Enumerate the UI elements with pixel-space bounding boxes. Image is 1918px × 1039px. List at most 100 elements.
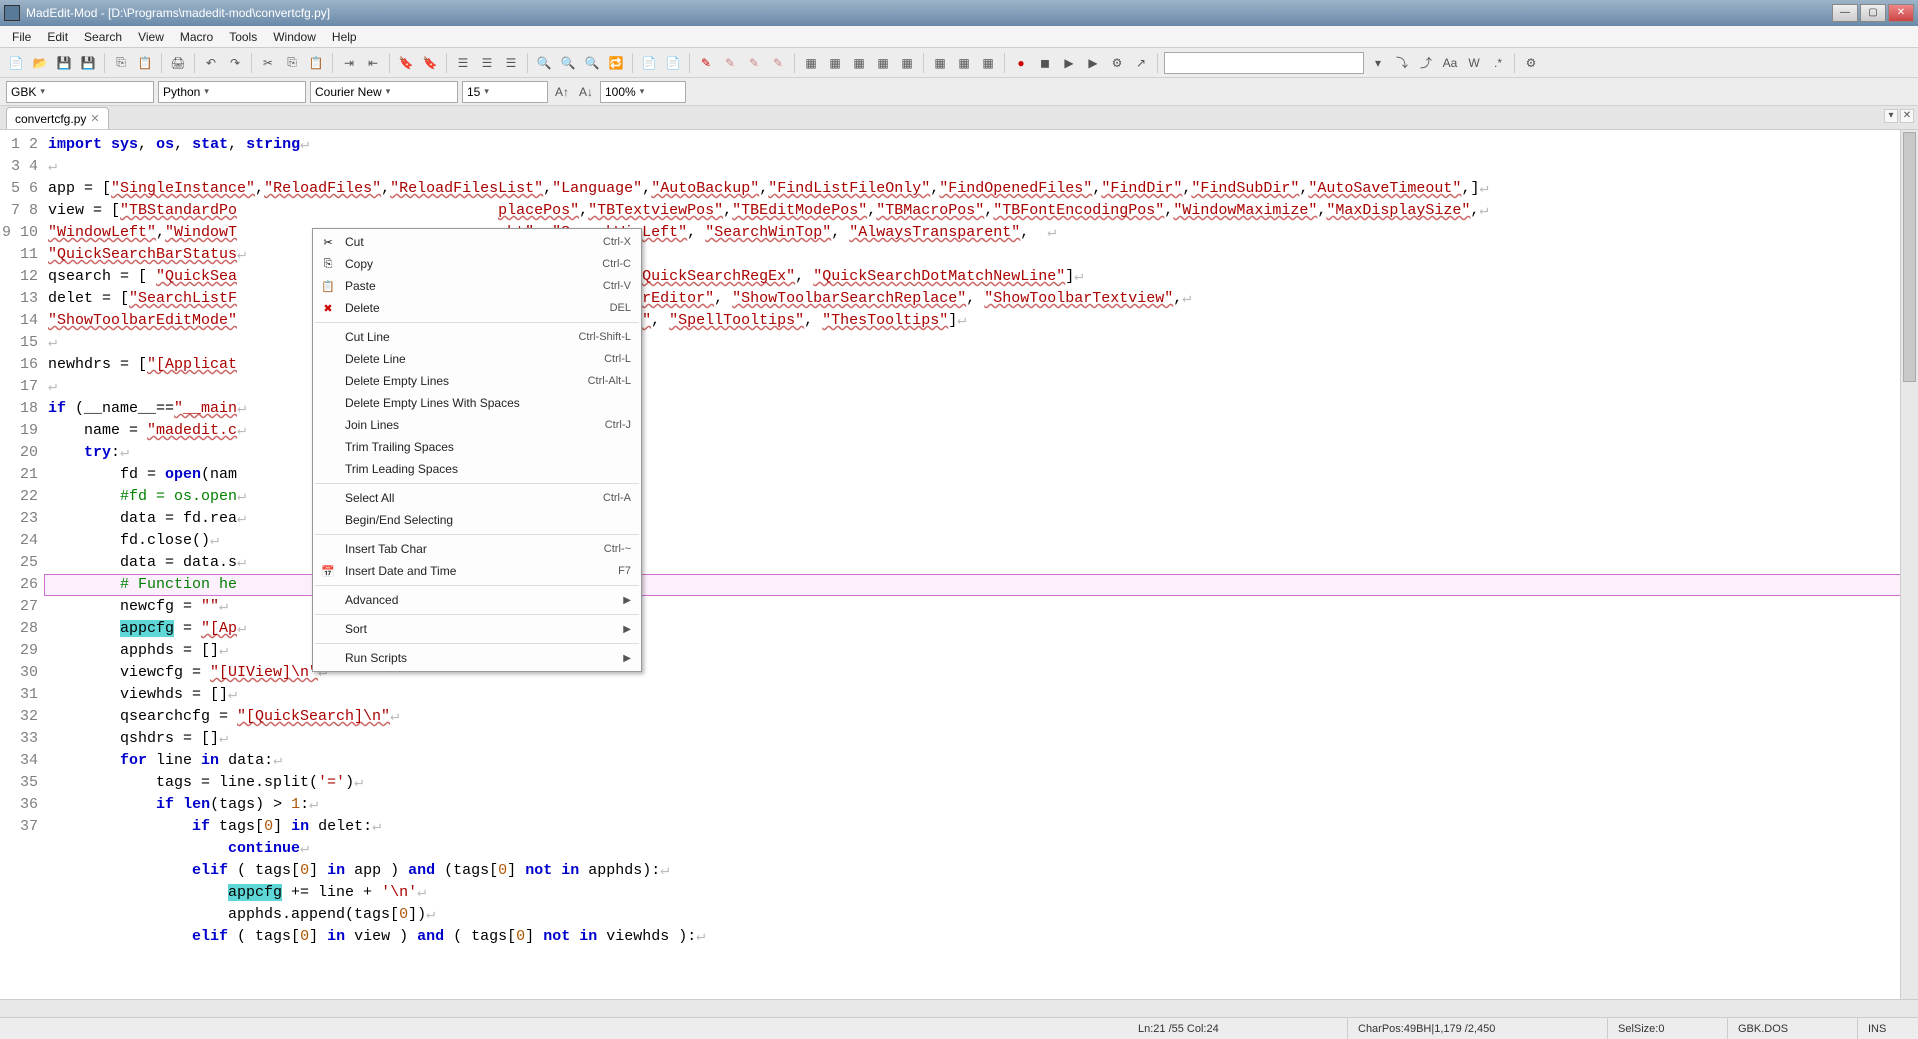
findnext-icon[interactable]: 🔍: [558, 53, 578, 73]
menu-item-trim-leading-spaces[interactable]: Trim Leading Spaces: [313, 458, 641, 480]
menu-item-delete-empty-lines[interactable]: Delete Empty LinesCtrl-Alt-L: [313, 370, 641, 392]
menu-item-join-lines[interactable]: Join LinesCtrl-J: [313, 414, 641, 436]
bookmark-icon[interactable]: 🔖: [396, 53, 416, 73]
menu-edit[interactable]: Edit: [39, 28, 76, 46]
vertical-scrollbar[interactable]: [1900, 130, 1918, 999]
menu-tools[interactable]: Tools: [221, 28, 265, 46]
view5-icon[interactable]: ▦: [897, 53, 917, 73]
search-down-icon[interactable]: ▾: [1368, 53, 1388, 73]
marker3-icon[interactable]: ✎: [768, 53, 788, 73]
case-icon[interactable]: Aa: [1440, 53, 1460, 73]
undo-icon[interactable]: ↶: [201, 53, 221, 73]
tab-dropdown-icon[interactable]: ▾: [1884, 109, 1898, 123]
marker-red-icon[interactable]: ✎: [696, 53, 716, 73]
maximize-button[interactable]: ▢: [1860, 4, 1886, 22]
horizontal-scrollbar[interactable]: [0, 999, 1918, 1017]
editor[interactable]: 1 2 3 4 5 6 7 8 9 10 11 12 13 14 15 16 1…: [0, 130, 1918, 999]
copy-icon[interactable]: ⎘: [111, 53, 131, 73]
word-icon[interactable]: W: [1464, 53, 1484, 73]
font-dec-icon[interactable]: A↓: [576, 82, 596, 102]
menu-item-cut-line[interactable]: Cut LineCtrl-Shift-L: [313, 326, 641, 348]
play2-icon[interactable]: ▶: [1083, 53, 1103, 73]
open-icon[interactable]: 📂: [30, 53, 50, 73]
menu-item-sort[interactable]: Sort▶: [313, 618, 641, 640]
menu-item-delete-empty-lines-with-spaces[interactable]: Delete Empty Lines With Spaces: [313, 392, 641, 414]
search-go-icon[interactable]: ⤵: [1392, 53, 1412, 73]
menu-item-insert-date-and-time[interactable]: 📅Insert Date and TimeF7: [313, 560, 641, 582]
play-icon[interactable]: ▶: [1059, 53, 1079, 73]
list3-icon[interactable]: ☰: [501, 53, 521, 73]
doc-icon[interactable]: 📄: [639, 53, 659, 73]
language-combo[interactable]: Python▾: [158, 81, 306, 103]
stop-icon[interactable]: ◼: [1035, 53, 1055, 73]
file-tab[interactable]: convertcfg.py ✕: [6, 107, 109, 129]
line-gutter: 1 2 3 4 5 6 7 8 9 10 11 12 13 14 15 16 1…: [0, 130, 44, 999]
menu-view[interactable]: View: [130, 28, 172, 46]
save-all-icon[interactable]: 💾: [78, 53, 98, 73]
menu-item-insert-tab-char[interactable]: Insert Tab CharCtrl-~: [313, 538, 641, 560]
scrollbar-thumb[interactable]: [1903, 132, 1916, 382]
menu-window[interactable]: Window: [265, 28, 324, 46]
menu-search[interactable]: Search: [76, 28, 130, 46]
cut-icon[interactable]: ✂: [258, 53, 278, 73]
popout-icon[interactable]: ↗: [1131, 53, 1151, 73]
tab-close-icon[interactable]: ✕: [90, 112, 99, 125]
zoom-combo[interactable]: 100%▾: [600, 81, 686, 103]
menu-item-cut[interactable]: ✂CutCtrl-X: [313, 231, 641, 253]
replace-icon[interactable]: 🔁: [606, 53, 626, 73]
menu-icon: [317, 417, 339, 433]
chevron-down-icon: ▾: [640, 86, 645, 97]
view3-icon[interactable]: ▦: [849, 53, 869, 73]
font-combo[interactable]: Courier New▾: [310, 81, 458, 103]
regex-icon[interactable]: .*: [1488, 53, 1508, 73]
bookmark2-icon[interactable]: 🔖: [420, 53, 440, 73]
view2-icon[interactable]: ▦: [825, 53, 845, 73]
close-button[interactable]: ✕: [1888, 4, 1914, 22]
search-input[interactable]: [1164, 52, 1364, 74]
macro-icon[interactable]: ⚙: [1107, 53, 1127, 73]
menu-item-advanced[interactable]: Advanced▶: [313, 589, 641, 611]
outdent-icon[interactable]: ⇤: [363, 53, 383, 73]
list-icon[interactable]: ☰: [453, 53, 473, 73]
marker-icon[interactable]: ✎: [720, 53, 740, 73]
copy2-icon[interactable]: ⎘: [282, 53, 302, 73]
menu-shortcut: Ctrl-C: [602, 258, 631, 270]
view1-icon[interactable]: ▦: [801, 53, 821, 73]
marker2-icon[interactable]: ✎: [744, 53, 764, 73]
doc2-icon[interactable]: 📄: [663, 53, 683, 73]
menu-file[interactable]: File: [4, 28, 39, 46]
list2-icon[interactable]: ☰: [477, 53, 497, 73]
menu-item-select-all[interactable]: Select AllCtrl-A: [313, 487, 641, 509]
menu-item-delete-line[interactable]: Delete LineCtrl-L: [313, 348, 641, 370]
menu-item-paste[interactable]: 📋PasteCtrl-V: [313, 275, 641, 297]
menu-help[interactable]: Help: [324, 28, 365, 46]
record-icon[interactable]: ●: [1011, 53, 1031, 73]
paste2-icon[interactable]: 📋: [306, 53, 326, 73]
encoding-combo[interactable]: GBK▾: [6, 81, 154, 103]
menu-item-copy[interactable]: ⎘CopyCtrl-C: [313, 253, 641, 275]
fontsize-combo[interactable]: 15▾: [462, 81, 548, 103]
settings-icon[interactable]: ⚙: [1521, 53, 1541, 73]
search-up-icon[interactable]: ⤴: [1416, 53, 1436, 73]
menu-macro[interactable]: Macro: [172, 28, 221, 46]
paste-icon[interactable]: 📋: [135, 53, 155, 73]
minimize-button[interactable]: —: [1832, 4, 1858, 22]
redo-icon[interactable]: ↷: [225, 53, 245, 73]
menu-item-run-scripts[interactable]: Run Scripts▶: [313, 647, 641, 669]
view4-icon[interactable]: ▦: [873, 53, 893, 73]
menu-item-trim-trailing-spaces[interactable]: Trim Trailing Spaces: [313, 436, 641, 458]
find-icon[interactable]: 🔍: [534, 53, 554, 73]
font-inc-icon[interactable]: A↑: [552, 82, 572, 102]
grid3-icon[interactable]: ▦: [978, 53, 998, 73]
grid1-icon[interactable]: ▦: [930, 53, 950, 73]
indent-icon[interactable]: ⇥: [339, 53, 359, 73]
tab-close-all-icon[interactable]: ✕: [1900, 109, 1914, 123]
print-icon[interactable]: 🖨: [168, 53, 188, 73]
menu-item-delete[interactable]: ✖DeleteDEL: [313, 297, 641, 319]
grid2-icon[interactable]: ▦: [954, 53, 974, 73]
save-icon[interactable]: 💾: [54, 53, 74, 73]
menu-icon: [317, 439, 339, 455]
menu-item-begin-end-selecting[interactable]: Begin/End Selecting: [313, 509, 641, 531]
new-icon[interactable]: 📄: [6, 53, 26, 73]
findprev-icon[interactable]: 🔍: [582, 53, 602, 73]
